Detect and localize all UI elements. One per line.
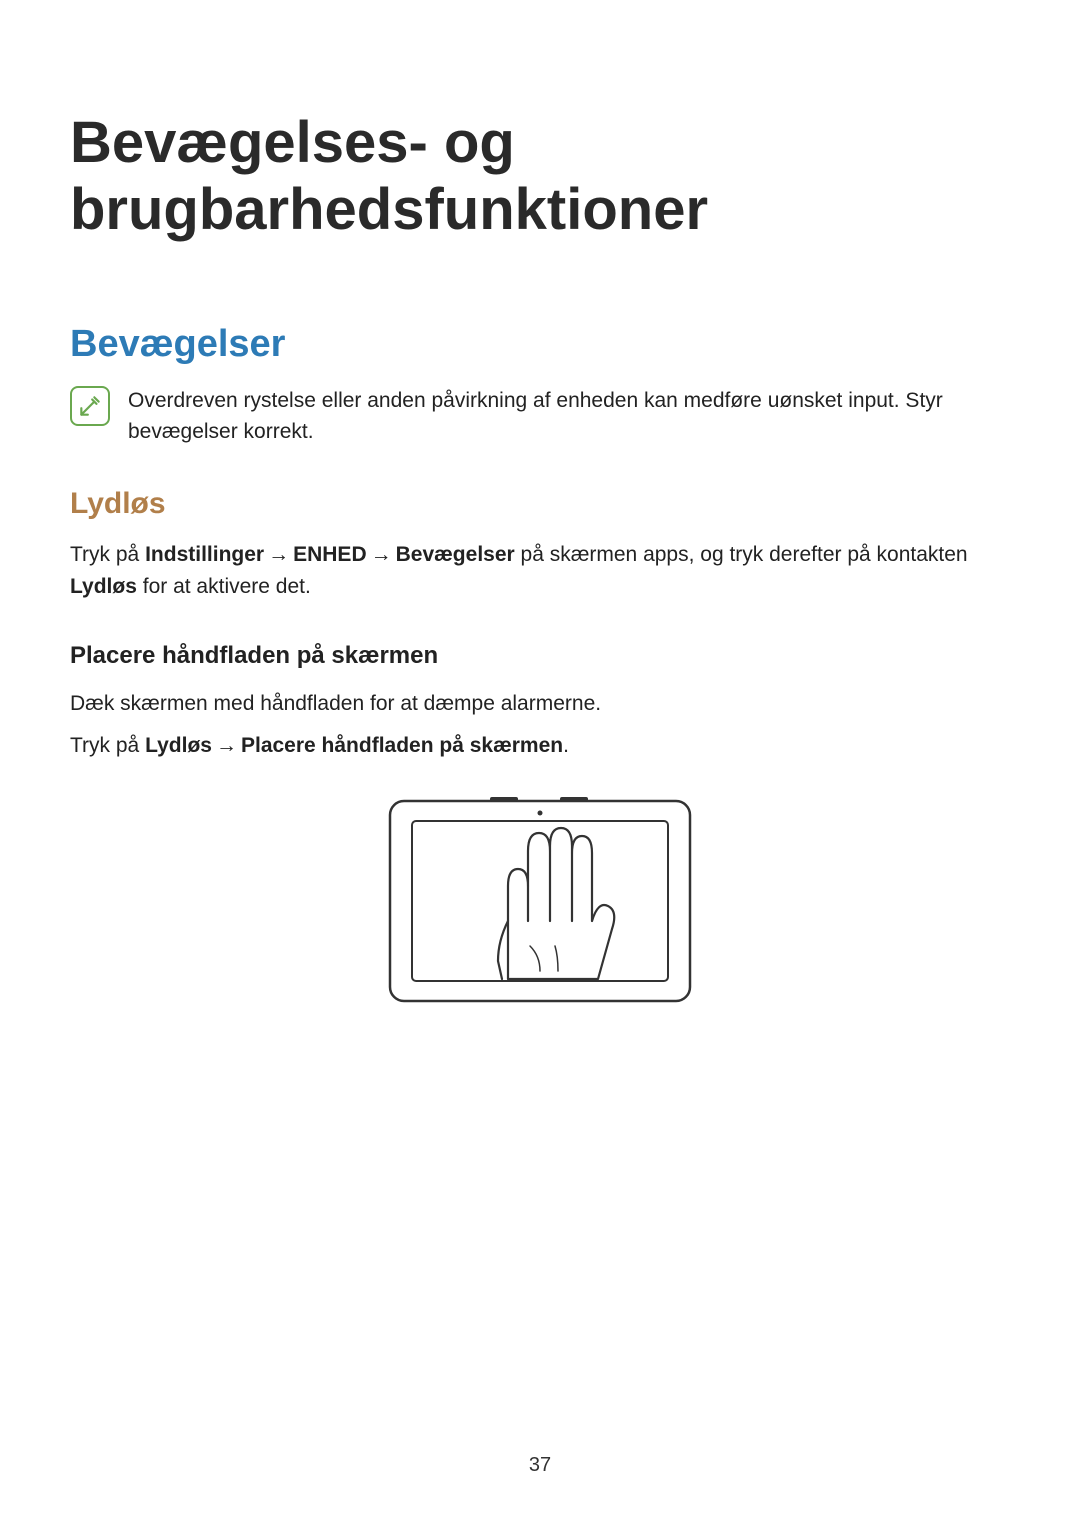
page-content: Bevægelses- og brugbarhedsfunktioner Bev… — [0, 0, 1080, 1011]
note-block: Overdreven rystelse eller anden påvirkni… — [70, 384, 1010, 447]
mute-instruction-text: Tryk på Indstillinger → ENHED → Bevægels… — [70, 539, 1010, 602]
text-fragment: . — [563, 734, 569, 757]
text-bold-mute: Lydløs — [70, 575, 137, 598]
page-number: 37 — [0, 1454, 1080, 1477]
text-fragment: på skærmen apps, og tryk derefter på kon… — [515, 543, 968, 566]
text-bold-settings: Indstillinger — [145, 543, 264, 566]
note-text: Overdreven rystelse eller anden påvirkni… — [128, 384, 1010, 447]
text-fragment: for at aktivere det. — [137, 575, 311, 598]
text-bold-motions: Bevægelser — [396, 543, 515, 566]
arrow-icon: → — [371, 539, 392, 571]
text-fragment: Tryk på — [70, 543, 145, 566]
text-bold-device: ENHED — [293, 543, 367, 566]
section-motion-heading: Bevægelser — [70, 323, 1010, 366]
text-fragment: Tryk på — [70, 734, 145, 757]
note-icon — [70, 386, 110, 426]
arrow-icon: → — [216, 730, 237, 762]
palm-instruction-text: Tryk på Lydløs → Placere håndfladen på s… — [70, 730, 1010, 762]
subsection-mute-heading: Lydløs — [70, 487, 1010, 521]
text-bold-palm: Placere håndfladen på skærmen — [241, 734, 563, 757]
page-title: Bevægelses- og brugbarhedsfunktioner — [70, 110, 1010, 243]
palm-on-tablet-illustration — [380, 791, 700, 1011]
subsubsection-palm-heading: Placere håndfladen på skærmen — [70, 642, 1010, 670]
palm-description-text: Dæk skærmen med håndfladen for at dæmpe … — [70, 688, 1010, 720]
arrow-icon: → — [268, 539, 289, 571]
text-bold-mute: Lydløs — [145, 734, 212, 757]
illustration-container — [70, 791, 1010, 1011]
